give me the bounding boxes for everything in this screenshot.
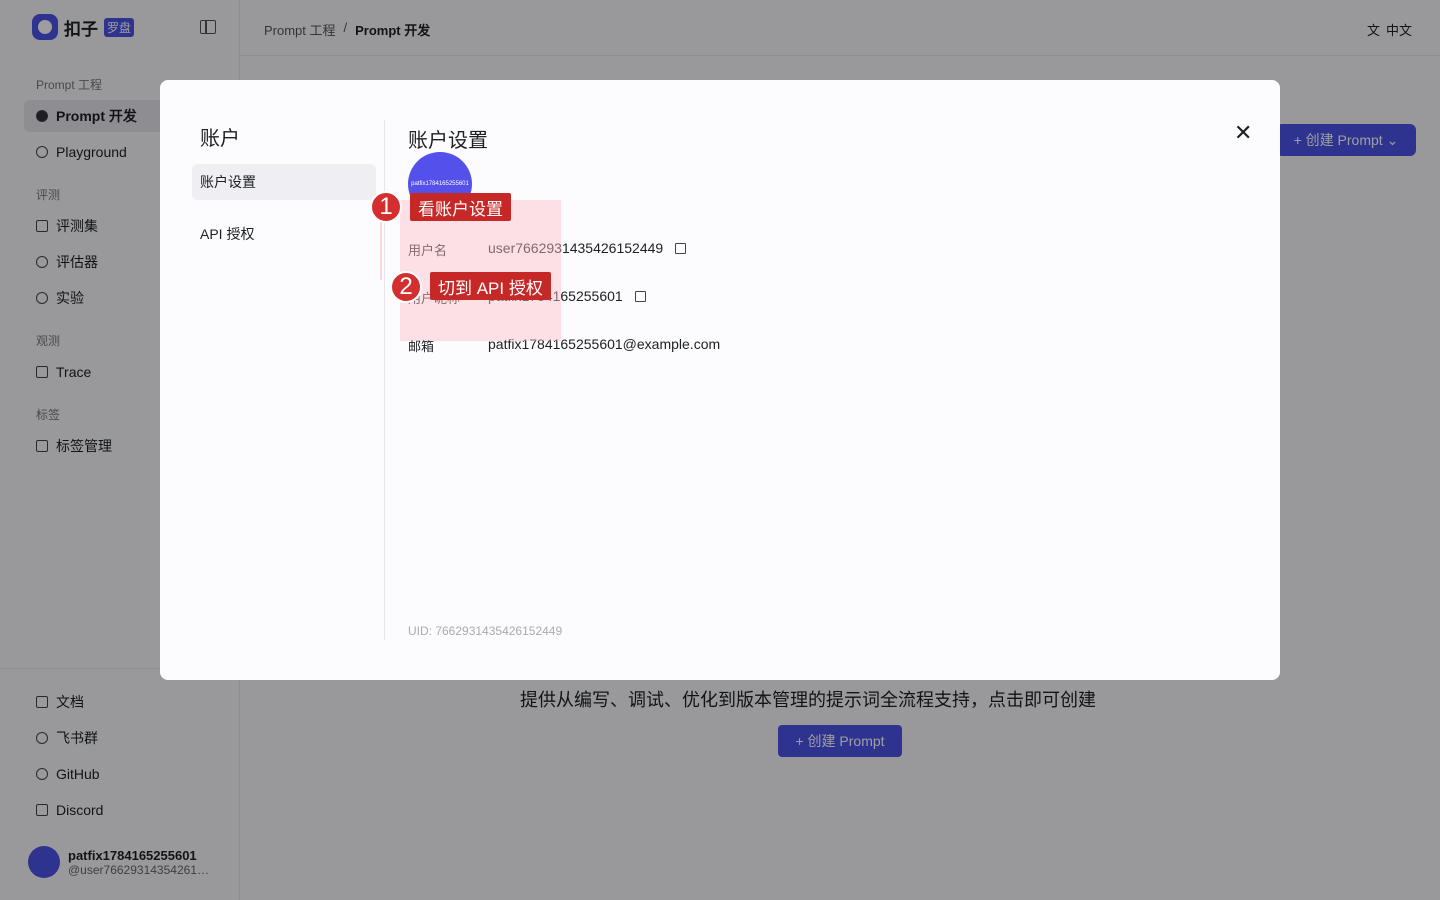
avatar-text: patfix1784165255601 (411, 181, 469, 187)
annotation-marker-2: 2 (390, 271, 422, 303)
edit-icon[interactable] (634, 290, 646, 302)
tab-api-auth[interactable]: API 授权 (192, 216, 376, 252)
close-icon[interactable]: ✕ (1234, 122, 1252, 144)
edit-icon[interactable] (675, 242, 687, 254)
annotation-callout-1: 看账户设置 (410, 193, 511, 221)
tab-account-settings[interactable]: 账户设置 (192, 164, 376, 200)
uid-text: UID: 7662931435426152449 (408, 624, 563, 638)
annotation-highlight (400, 200, 561, 341)
modal-title: 账户 (200, 128, 240, 150)
account-modal: 账户 账户设置 API 授权 账户设置 patfix1784165255601 … (160, 80, 1280, 680)
tab-label: API 授权 (200, 226, 255, 242)
annotation-marker-1: 1 (370, 191, 402, 223)
tab-label: 账户设置 (200, 174, 256, 190)
annotation-line (380, 222, 382, 280)
section-title: 账户设置 (408, 130, 488, 152)
annotation-callout-2: 切到 API 授权 (430, 272, 551, 300)
